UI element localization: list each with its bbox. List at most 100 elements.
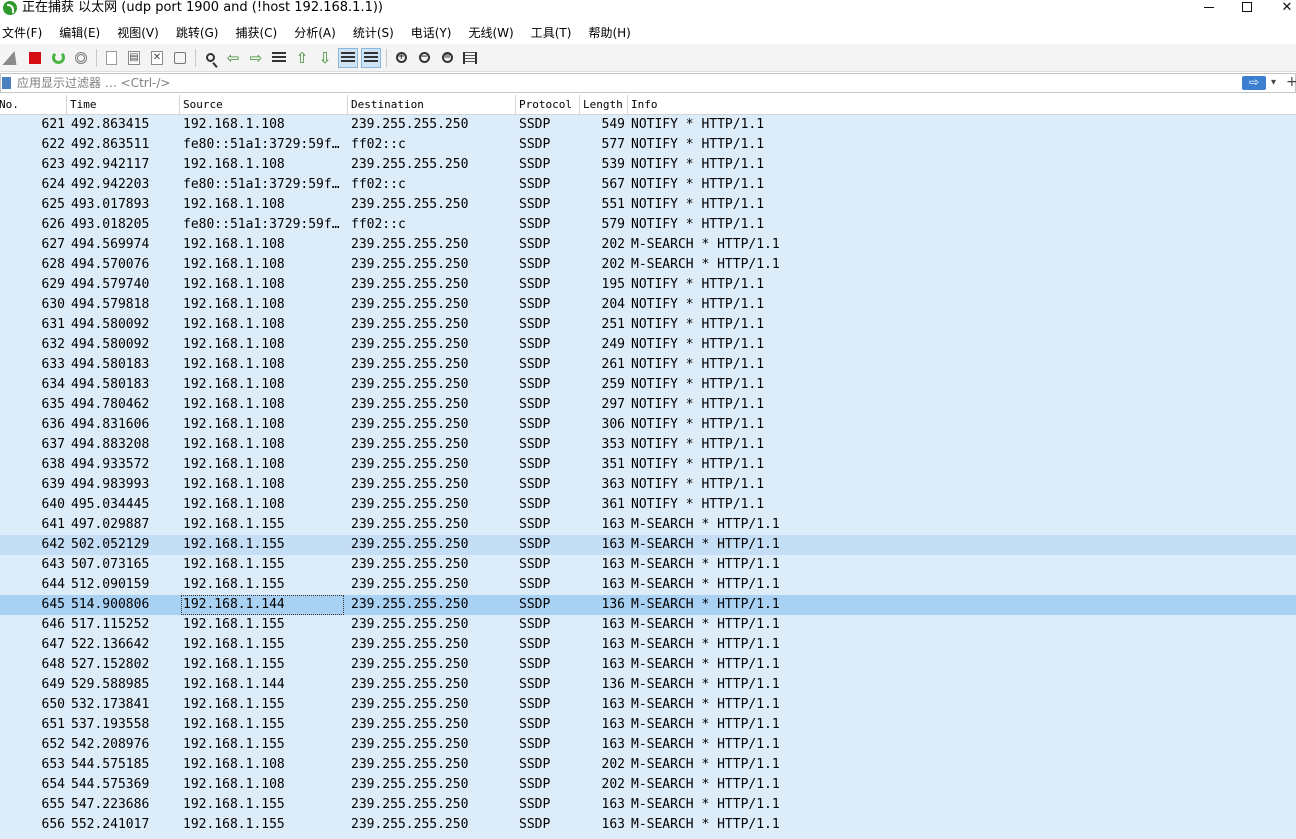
table-row[interactable]: 646 517.115252 192.168.1.155 239.255.255.25… [0,615,1296,635]
table-row[interactable]: 637 494.883208 192.168.1.108 239.255.255.25… [0,435,1296,455]
packet-length: 361 [601,497,625,512]
table-row[interactable]: 650 532.173841 192.168.1.155 239.255.255.25… [0,695,1296,715]
table-row[interactable]: 649 529.588985 192.168.1.144 239.255.255.25… [0,675,1296,695]
table-row[interactable]: 624 492.942203 fe80::51a1:3729:59f… ff02::c… [0,175,1296,195]
menu-wireless[interactable]: 无线(W) [469,23,514,43]
packet-length: 551 [601,197,625,212]
capture-options-button[interactable] [71,48,91,68]
menu-edit[interactable]: 编辑(E) [59,23,100,43]
autoscroll-button[interactable] [338,47,358,68]
add-filter-button[interactable]: + [1286,74,1296,90]
menu-capture[interactable]: 捕获(C) [235,23,277,43]
table-row[interactable]: 622 492.863511 fe80::51a1:3729:59f… ff02::c… [0,135,1296,155]
save-file-button[interactable]: ▤ [124,48,144,68]
menu-file[interactable]: 文件(F) [2,23,42,43]
table-row[interactable]: 632 494.580092 192.168.1.108 239.255.255.25… [0,335,1296,355]
bookmark-icon[interactable] [2,77,11,89]
packet-source: 192.168.1.155 [183,797,285,812]
table-row[interactable]: 640 495.034445 192.168.1.108 239.255.255.25… [0,495,1296,515]
table-row[interactable]: 653 544.575185 192.168.1.108 239.255.255.25… [0,755,1296,775]
table-row[interactable]: 634 494.580183 192.168.1.108 239.255.255.25… [0,375,1296,395]
go-forward-button[interactable]: ⇨ [246,48,266,68]
table-row[interactable]: 623 492.942117 192.168.1.108 239.255.255.25… [0,155,1296,175]
table-row[interactable]: 621 492.863415 192.168.1.108 239.255.255.25… [0,115,1296,135]
table-row[interactable]: 630 494.579818 192.168.1.108 239.255.255.25… [0,295,1296,315]
packet-length: 195 [601,277,625,292]
menu-telephony[interactable]: 电话(Y) [411,23,452,43]
filter-history-dropdown[interactable]: ▾ [1271,75,1283,91]
menu-view[interactable]: 视图(V) [117,23,159,43]
menu-statistics[interactable]: 统计(S) [353,23,394,43]
packet-time: 527.152802 [71,657,150,672]
close-button[interactable]: ✕ [1264,0,1296,15]
column-header-no[interactable]: No. [0,95,67,115]
table-row[interactable]: 643 507.073165 192.168.1.155 239.255.255.25… [0,555,1296,575]
table-row[interactable]: 627 494.569974 192.168.1.108 239.255.255.25… [0,235,1296,255]
packet-list-header: No. Time Source Destination Protocol Len… [0,95,1296,115]
column-header-source[interactable]: Source [180,95,348,115]
shark-fin-start-icon [2,50,22,65]
table-row[interactable]: 638 494.933572 192.168.1.108 239.255.255.25… [0,455,1296,475]
packet-length: 163 [601,617,625,632]
table-row[interactable]: 652 542.208976 192.168.1.155 239.255.255.25… [0,735,1296,755]
menu-tools[interactable]: 工具(T) [531,23,572,43]
zoom-in-button[interactable]: + [391,48,411,68]
menu-analyze[interactable]: 分析(A) [294,23,336,43]
column-header-destination[interactable]: Destination [348,95,516,115]
column-header-protocol[interactable]: Protocol [516,95,580,115]
menu-go[interactable]: 跳转(G) [176,23,219,43]
table-row[interactable]: 655 547.223686 192.168.1.155 239.255.255.25… [0,795,1296,815]
table-row[interactable]: 639 494.983993 192.168.1.108 239.255.255.25… [0,475,1296,495]
autoscroll-icon [341,51,355,64]
packet-info: M-SEARCH * HTTP/1.1 [631,777,780,792]
table-row[interactable]: 631 494.580092 192.168.1.108 239.255.255.25… [0,315,1296,335]
stop-capture-button[interactable] [25,48,45,68]
close-file-icon: ✕ [151,50,163,65]
colorize-button[interactable] [361,47,381,68]
packet-source: 192.168.1.155 [183,517,285,532]
table-row[interactable]: 635 494.780462 192.168.1.108 239.255.255.25… [0,395,1296,415]
table-row[interactable]: 644 512.090159 192.168.1.155 239.255.255.25… [0,575,1296,595]
table-row[interactable]: 628 494.570076 192.168.1.108 239.255.255.25… [0,255,1296,275]
table-row[interactable]: 626 493.018205 fe80::51a1:3729:59f… ff02::c… [0,215,1296,235]
table-row[interactable]: 629 494.579740 192.168.1.108 239.255.255.25… [0,275,1296,295]
display-filter-input[interactable]: 应用显示过滤器 … <Ctrl-/> [17,75,170,91]
go-last-button[interactable]: ⇩ [315,48,335,68]
packet-info: M-SEARCH * HTTP/1.1 [631,797,780,812]
zoom-normal-button[interactable]: = [437,48,457,68]
open-file-button[interactable] [101,48,121,68]
packet-time: 517.115252 [71,617,150,632]
restart-capture-button[interactable] [48,48,68,68]
find-packet-button[interactable] [200,48,220,68]
packet-info: NOTIFY * HTTP/1.1 [631,457,765,472]
menu-help[interactable]: 帮助(H) [588,23,630,43]
table-row[interactable]: 625 493.017893 192.168.1.108 239.255.255.25… [0,195,1296,215]
reload-file-button[interactable] [170,48,190,68]
column-header-time[interactable]: Time [67,95,180,115]
table-row[interactable]: 642 502.052129 192.168.1.155 239.255.255.25… [0,535,1296,555]
table-row[interactable]: 654 544.575369 192.168.1.108 239.255.255.25… [0,775,1296,795]
table-row[interactable]: 651 537.193558 192.168.1.155 239.255.255.25… [0,715,1296,735]
packet-protocol: SSDP [519,257,551,272]
packet-destination: 239.255.255.250 [351,477,469,492]
table-row[interactable]: 636 494.831606 192.168.1.108 239.255.255.25… [0,415,1296,435]
table-row[interactable]: 647 522.136642 192.168.1.155 239.255.255.25… [0,635,1296,655]
capture-options-icon [75,51,87,64]
packet-rows: 621 492.863415 192.168.1.108 239.255.255.25… [0,115,1296,835]
column-header-info[interactable]: Info [628,95,1296,115]
table-row[interactable]: 656 552.241017 192.168.1.155 239.255.255.25… [0,815,1296,835]
go-to-packet-button[interactable] [269,48,289,68]
resize-columns-button[interactable] [460,48,480,68]
table-row[interactable]: 633 494.580183 192.168.1.108 239.255.255.25… [0,355,1296,375]
toolbar-separator [386,48,387,67]
apply-filter-button[interactable]: ⇨ [1242,76,1266,90]
column-header-length[interactable]: Length [580,95,628,115]
close-file-button[interactable]: ✕ [147,48,167,68]
go-back-button[interactable]: ⇦ [223,48,243,68]
zoom-out-button[interactable]: − [414,48,434,68]
table-row[interactable]: 641 497.029887 192.168.1.155 239.255.255.25… [0,515,1296,535]
table-row[interactable]: 648 527.152802 192.168.1.155 239.255.255.25… [0,655,1296,675]
go-first-button[interactable]: ⇧ [292,48,312,68]
table-row[interactable]: 645 514.900806 192.168.1.144 239.255.255.25… [0,595,1296,615]
start-capture-button[interactable] [2,48,22,68]
